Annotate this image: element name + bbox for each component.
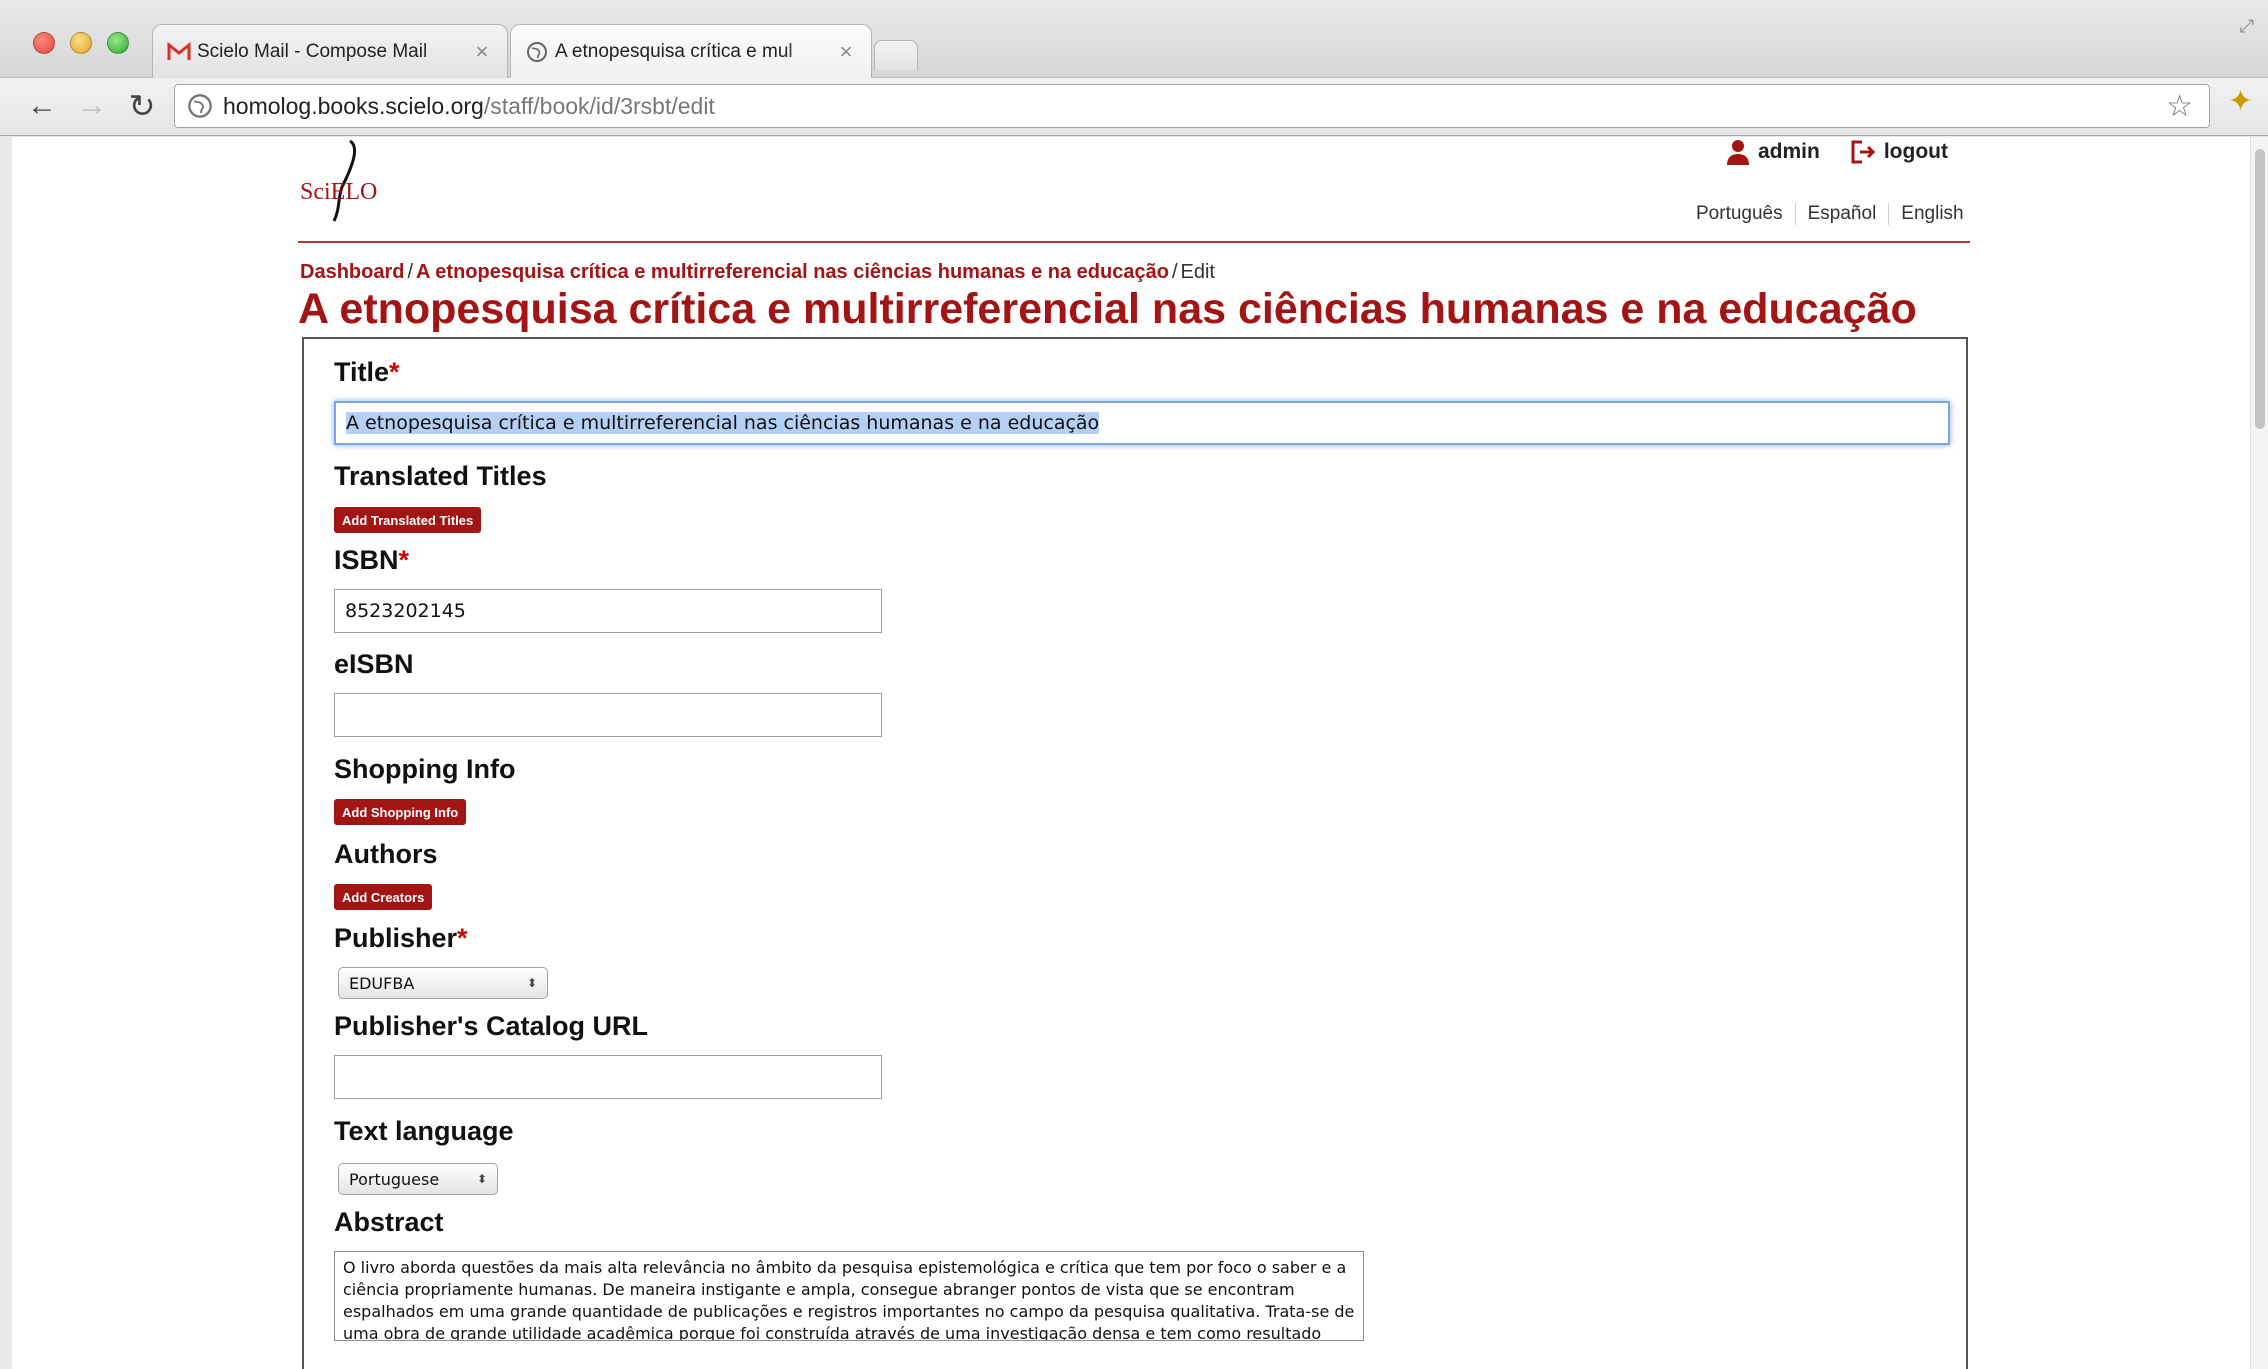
- url-path: /staff/book/id/3rsbt/edit: [483, 92, 715, 119]
- required-marker: *: [398, 545, 410, 575]
- tab-label: Scielo Mail - Compose Mail: [197, 40, 428, 62]
- page-scrollbar[interactable]: [2250, 137, 2268, 1369]
- scielo-logo[interactable]: SciELO: [298, 137, 408, 229]
- breadcrumb-dashboard[interactable]: Dashboard: [300, 261, 404, 283]
- title-label: Title*: [334, 357, 400, 387]
- shopping-info-label: Shopping Info: [334, 754, 516, 784]
- logo-text: SciELO: [300, 179, 377, 205]
- address-bar[interactable]: homolog.books.scielo.org/staff/book/id/3…: [174, 84, 2210, 128]
- gmail-icon: [167, 40, 191, 64]
- isbn-input[interactable]: 8523202145: [334, 589, 882, 633]
- abstract-textarea[interactable]: O livro aborda questões da mais alta rel…: [334, 1251, 1364, 1341]
- breadcrumb-current: Edit: [1180, 261, 1215, 283]
- book-edit-form: Title* A etnopesquisa crítica e multirre…: [302, 337, 1968, 1369]
- logout-icon: [1851, 140, 1875, 164]
- abstract-label: Abstract: [334, 1207, 444, 1237]
- breadcrumb-separator: /: [1171, 261, 1178, 283]
- username: admin: [1758, 140, 1820, 163]
- add-translated-titles-button[interactable]: Add Translated Titles: [334, 507, 482, 533]
- translated-titles-label: Translated Titles: [334, 461, 547, 491]
- new-tab-button[interactable]: [874, 40, 918, 70]
- eisbn-label: eISBN: [334, 649, 414, 679]
- forward-arrow-icon[interactable]: →: [74, 88, 110, 124]
- header-divider: [298, 241, 1970, 243]
- page-title: A etnopesquisa crítica e multirreferenci…: [298, 285, 1917, 333]
- lang-english[interactable]: English: [1888, 203, 1975, 225]
- breadcrumb-separator: /: [407, 261, 414, 283]
- logout-link[interactable]: logout: [1850, 139, 1948, 165]
- user-bar: admin logout: [1726, 139, 1948, 165]
- tab-book-edit[interactable]: A etnopesquisa crítica e mul ×: [510, 24, 872, 78]
- window-minimize-button[interactable]: [70, 32, 92, 54]
- window-close-button[interactable]: [33, 32, 55, 54]
- back-arrow-icon[interactable]: ←: [24, 88, 60, 124]
- catalog-url-input[interactable]: [334, 1055, 882, 1099]
- tab-scielo-mail[interactable]: Scielo Mail - Compose Mail ×: [152, 24, 508, 78]
- select-arrows-icon: ⬍: [476, 1172, 487, 1186]
- publisher-label: Publisher*: [334, 923, 468, 953]
- title-input[interactable]: A etnopesquisa crítica e multirreferenci…: [334, 401, 1950, 445]
- reload-icon[interactable]: ↻: [124, 88, 160, 124]
- globe-icon: [525, 40, 549, 64]
- globe-icon: [187, 93, 213, 119]
- window-zoom-button[interactable]: [107, 32, 129, 54]
- browser-titlebar: Scielo Mail - Compose Mail × A etnopesqu…: [0, 0, 2268, 78]
- required-marker: *: [457, 923, 468, 953]
- required-marker: *: [389, 357, 400, 387]
- breadcrumb: Dashboard / A etnopesquisa crítica e multi…: [300, 261, 1215, 284]
- breadcrumb-book[interactable]: A etnopesquisa crítica e multirreferenci…: [416, 261, 1169, 283]
- add-shopping-info-button[interactable]: Add Shopping Info: [334, 799, 467, 825]
- lang-espanol[interactable]: Español: [1794, 203, 1889, 225]
- catalog-url-label: Publisher's Catalog URL: [334, 1011, 648, 1041]
- close-icon[interactable]: ×: [835, 39, 857, 65]
- user-icon: [1727, 140, 1749, 165]
- extension-icon[interactable]: ✦: [2228, 84, 2253, 119]
- browser-toolbar: ← → ↻ homolog.books.scielo.org/staff/boo…: [0, 78, 2268, 136]
- page-viewport: SciELO admin logout Português Español En…: [12, 137, 2250, 1369]
- text-language-select[interactable]: Portuguese ⬍: [338, 1163, 498, 1195]
- url-host: homolog.books.scielo.org: [223, 92, 484, 119]
- publisher-select[interactable]: EDUFBA ⬍: [338, 967, 548, 999]
- close-icon[interactable]: ×: [471, 39, 493, 65]
- authors-label: Authors: [334, 839, 438, 869]
- title-input-value: A etnopesquisa crítica e multirreferenci…: [346, 412, 1100, 434]
- scrollbar-thumb[interactable]: [2255, 149, 2265, 429]
- user-menu[interactable]: admin: [1726, 139, 1820, 165]
- fullscreen-icon[interactable]: ⤢: [2240, 16, 2254, 37]
- text-language-selected-value: Portuguese: [349, 1169, 440, 1189]
- logout-label: logout: [1883, 140, 1948, 163]
- language-switcher: Português Español English: [1684, 203, 1976, 225]
- add-creators-button[interactable]: Add Creators: [334, 884, 433, 910]
- lang-portugues[interactable]: Português: [1684, 203, 1795, 225]
- tab-label: A etnopesquisa crítica e mul: [555, 40, 793, 62]
- isbn-label: ISBN*: [334, 545, 410, 575]
- select-arrows-icon: ⬍: [526, 976, 537, 990]
- eisbn-input[interactable]: [334, 693, 882, 737]
- bookmark-star-icon[interactable]: ☆: [2166, 89, 2193, 124]
- publisher-selected-value: EDUFBA: [349, 973, 415, 993]
- text-language-label: Text language: [334, 1116, 514, 1146]
